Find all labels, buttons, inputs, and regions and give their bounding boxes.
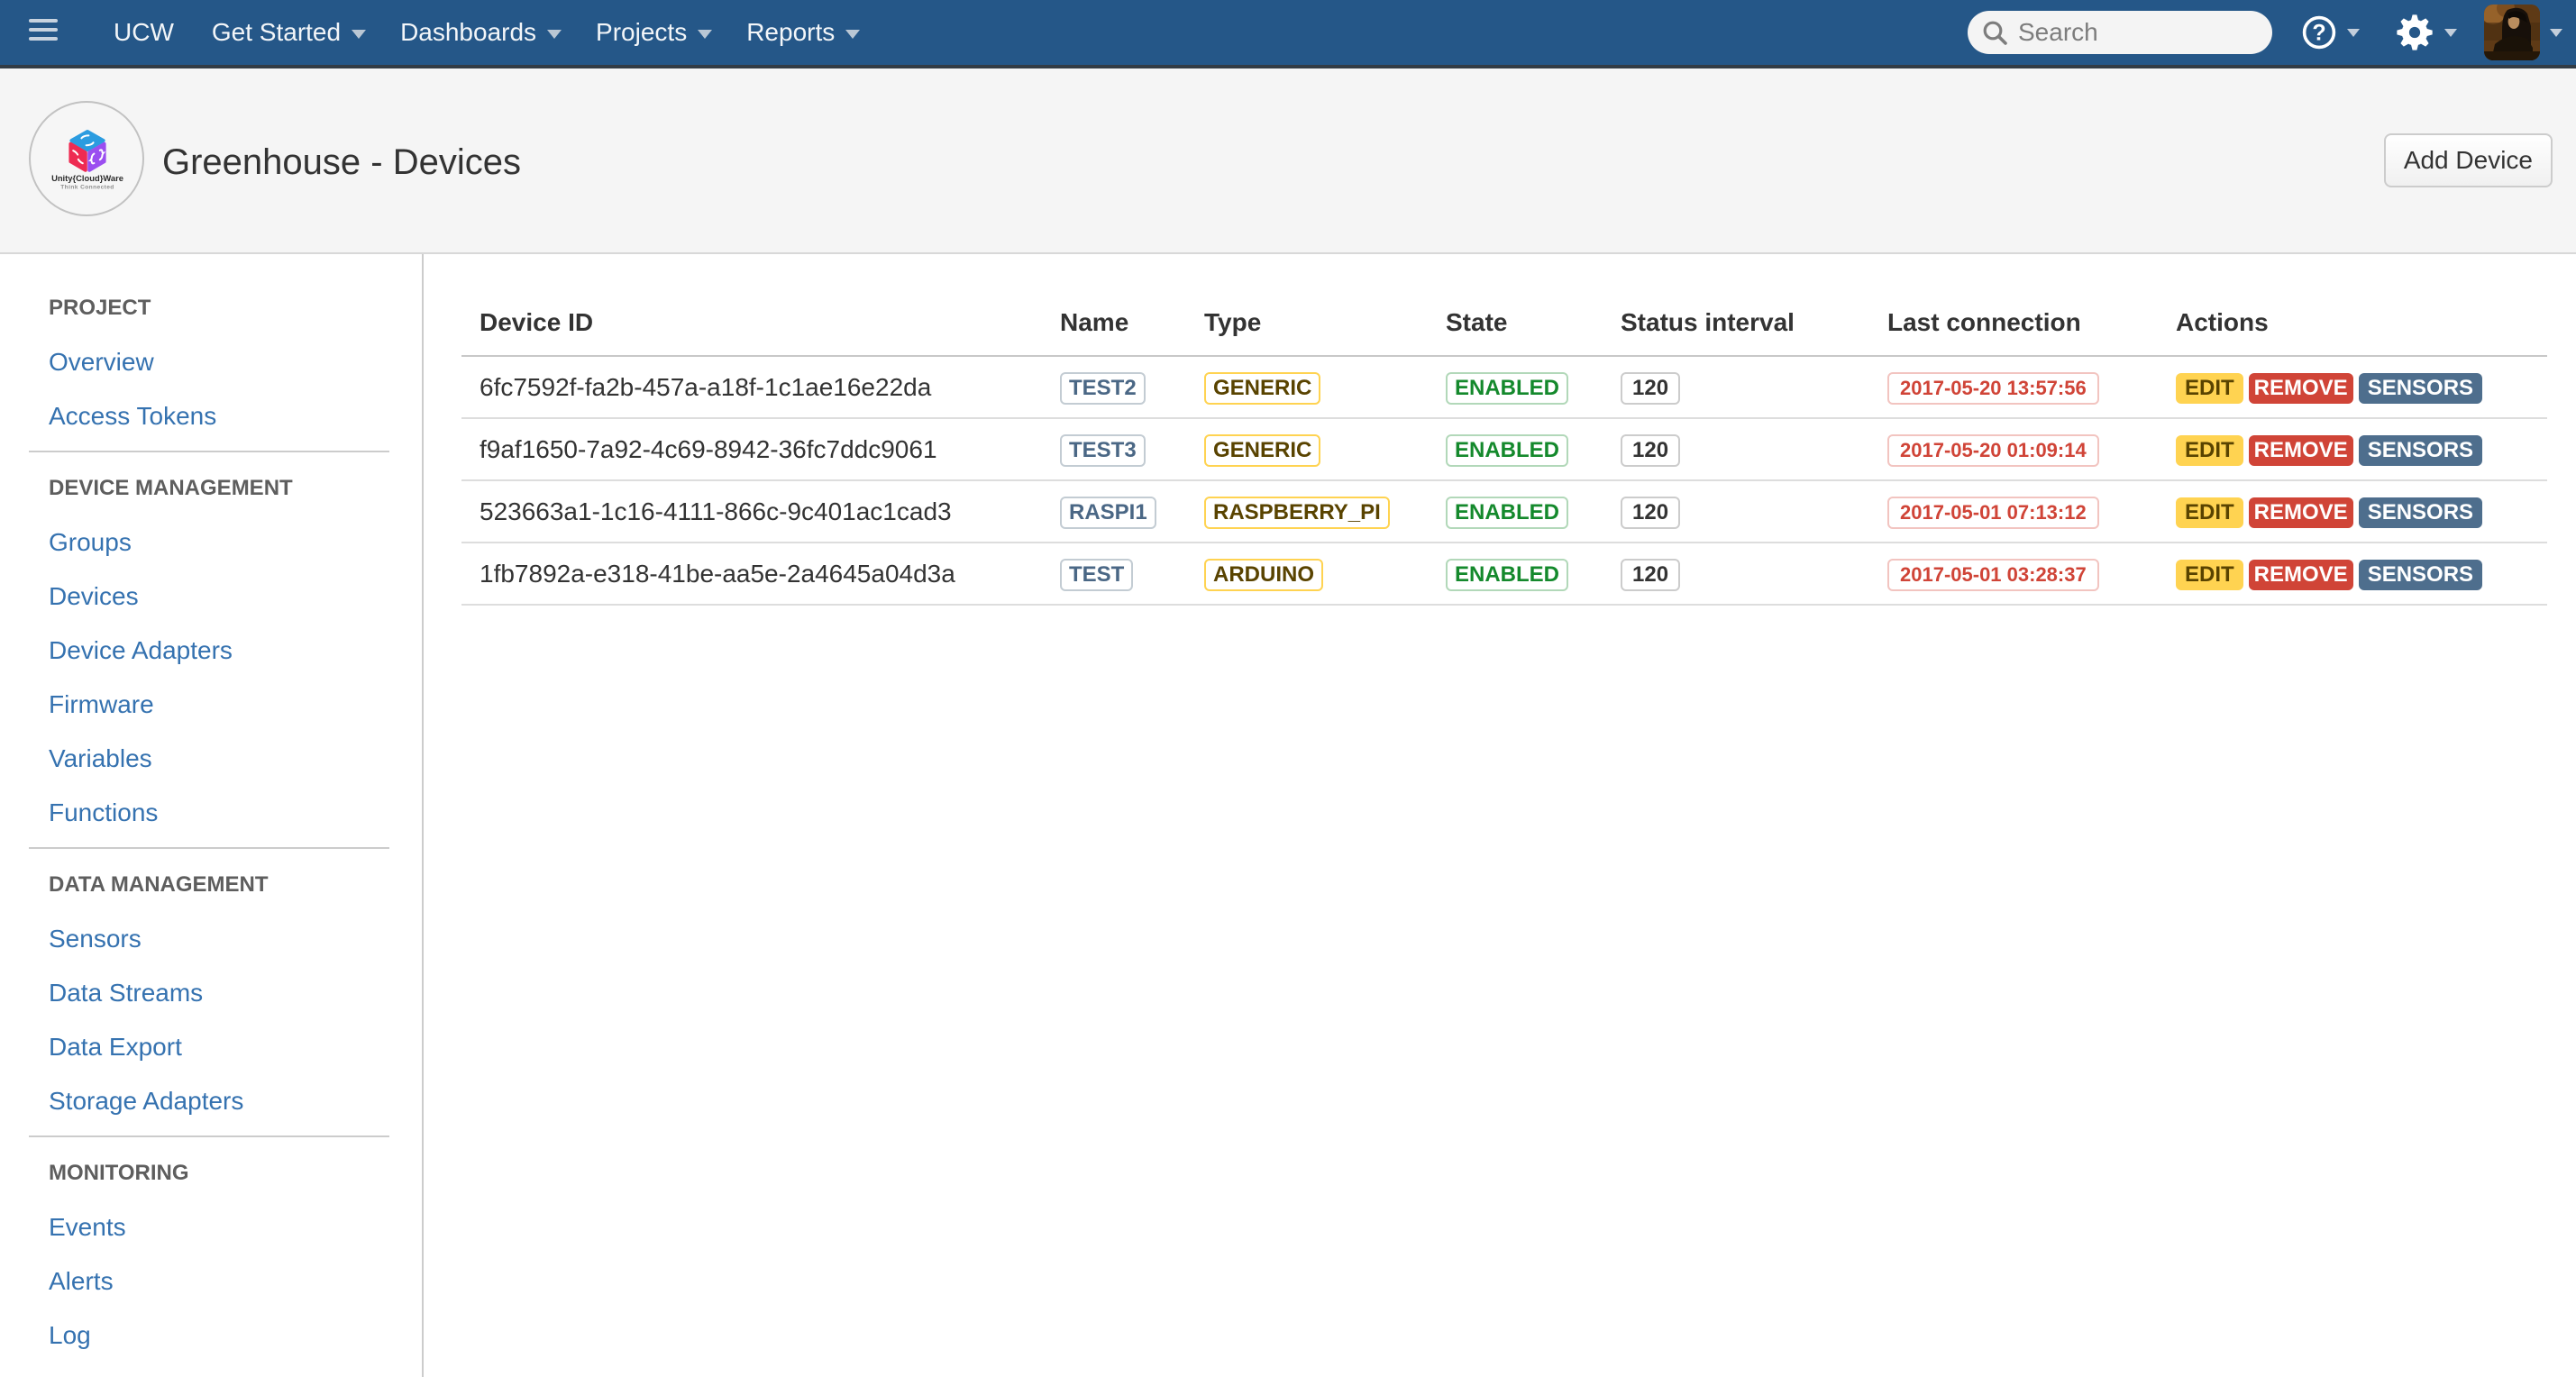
svg-text:Think Connected: Think Connected bbox=[60, 185, 114, 191]
svg-text:Unity{Cloud}Ware: Unity{Cloud}Ware bbox=[51, 173, 123, 183]
svg-text:?: ? bbox=[2312, 21, 2325, 46]
